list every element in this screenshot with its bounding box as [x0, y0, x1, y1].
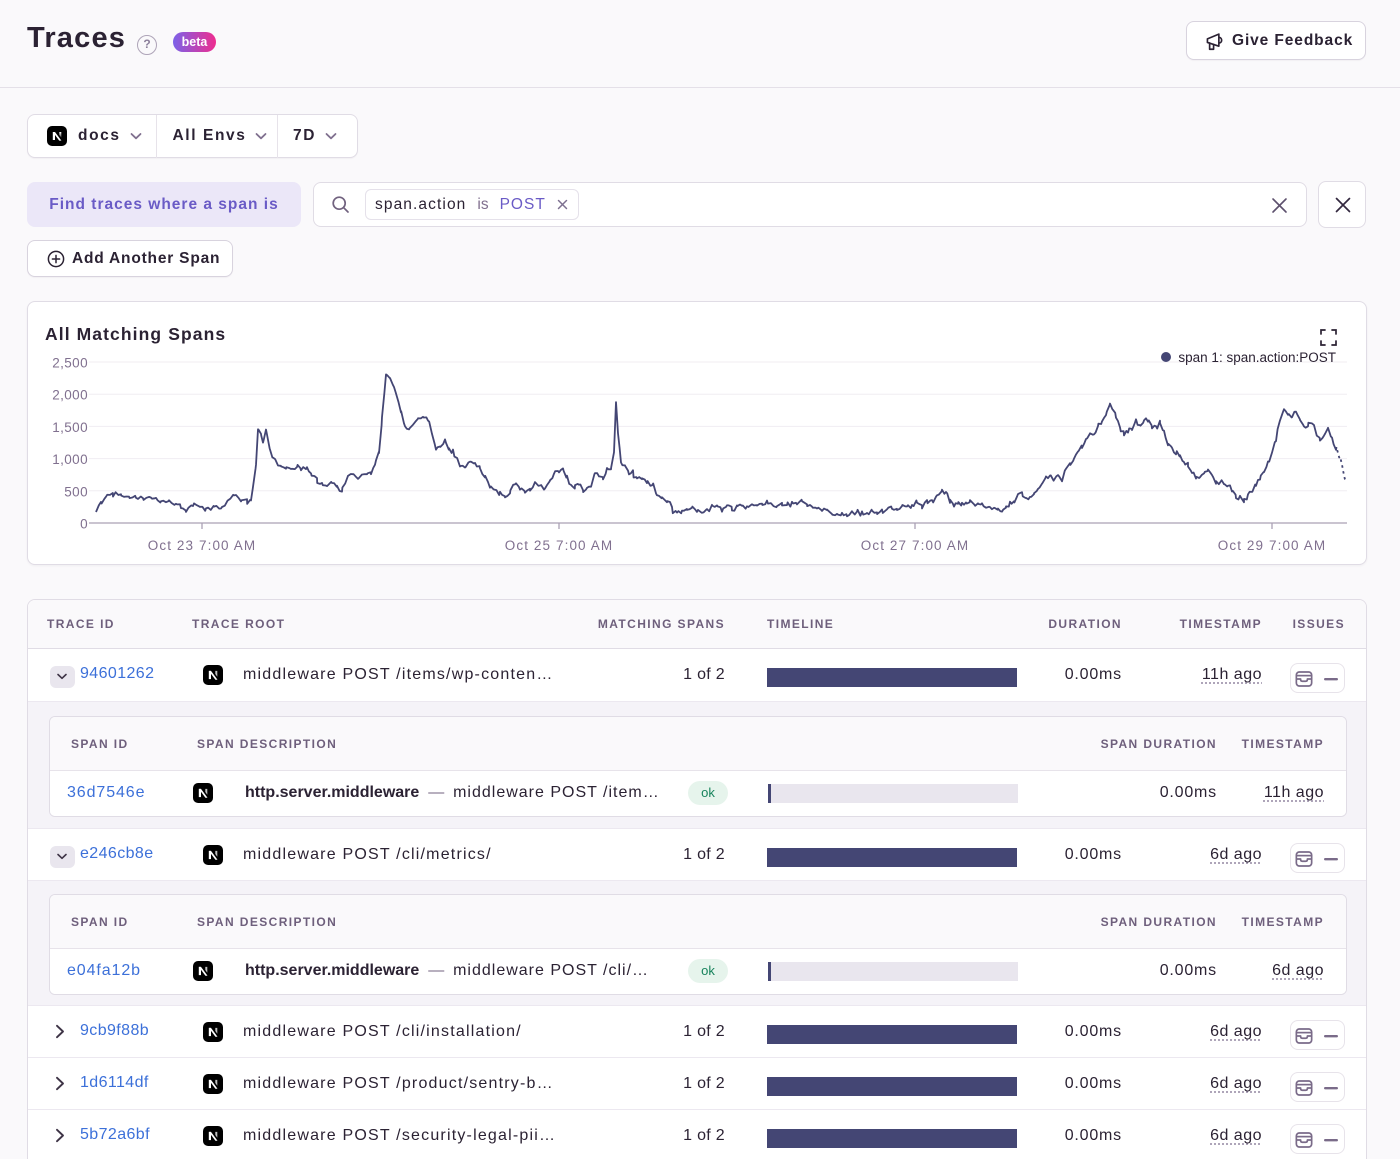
svg-text:Oct 25 7:00 AM: Oct 25 7:00 AM	[505, 538, 613, 553]
svg-text:1,500: 1,500	[52, 420, 88, 435]
svg-text:500: 500	[64, 484, 88, 499]
svg-text:1,000: 1,000	[52, 452, 88, 467]
svg-text:2,000: 2,000	[52, 388, 88, 403]
svg-text:Oct 29 7:00 AM: Oct 29 7:00 AM	[1218, 538, 1326, 553]
svg-text:Oct 27 7:00 AM: Oct 27 7:00 AM	[861, 538, 969, 553]
svg-text:0: 0	[80, 517, 88, 532]
svg-text:Oct 23 7:00 AM: Oct 23 7:00 AM	[148, 538, 256, 553]
svg-text:2,500: 2,500	[52, 356, 88, 371]
